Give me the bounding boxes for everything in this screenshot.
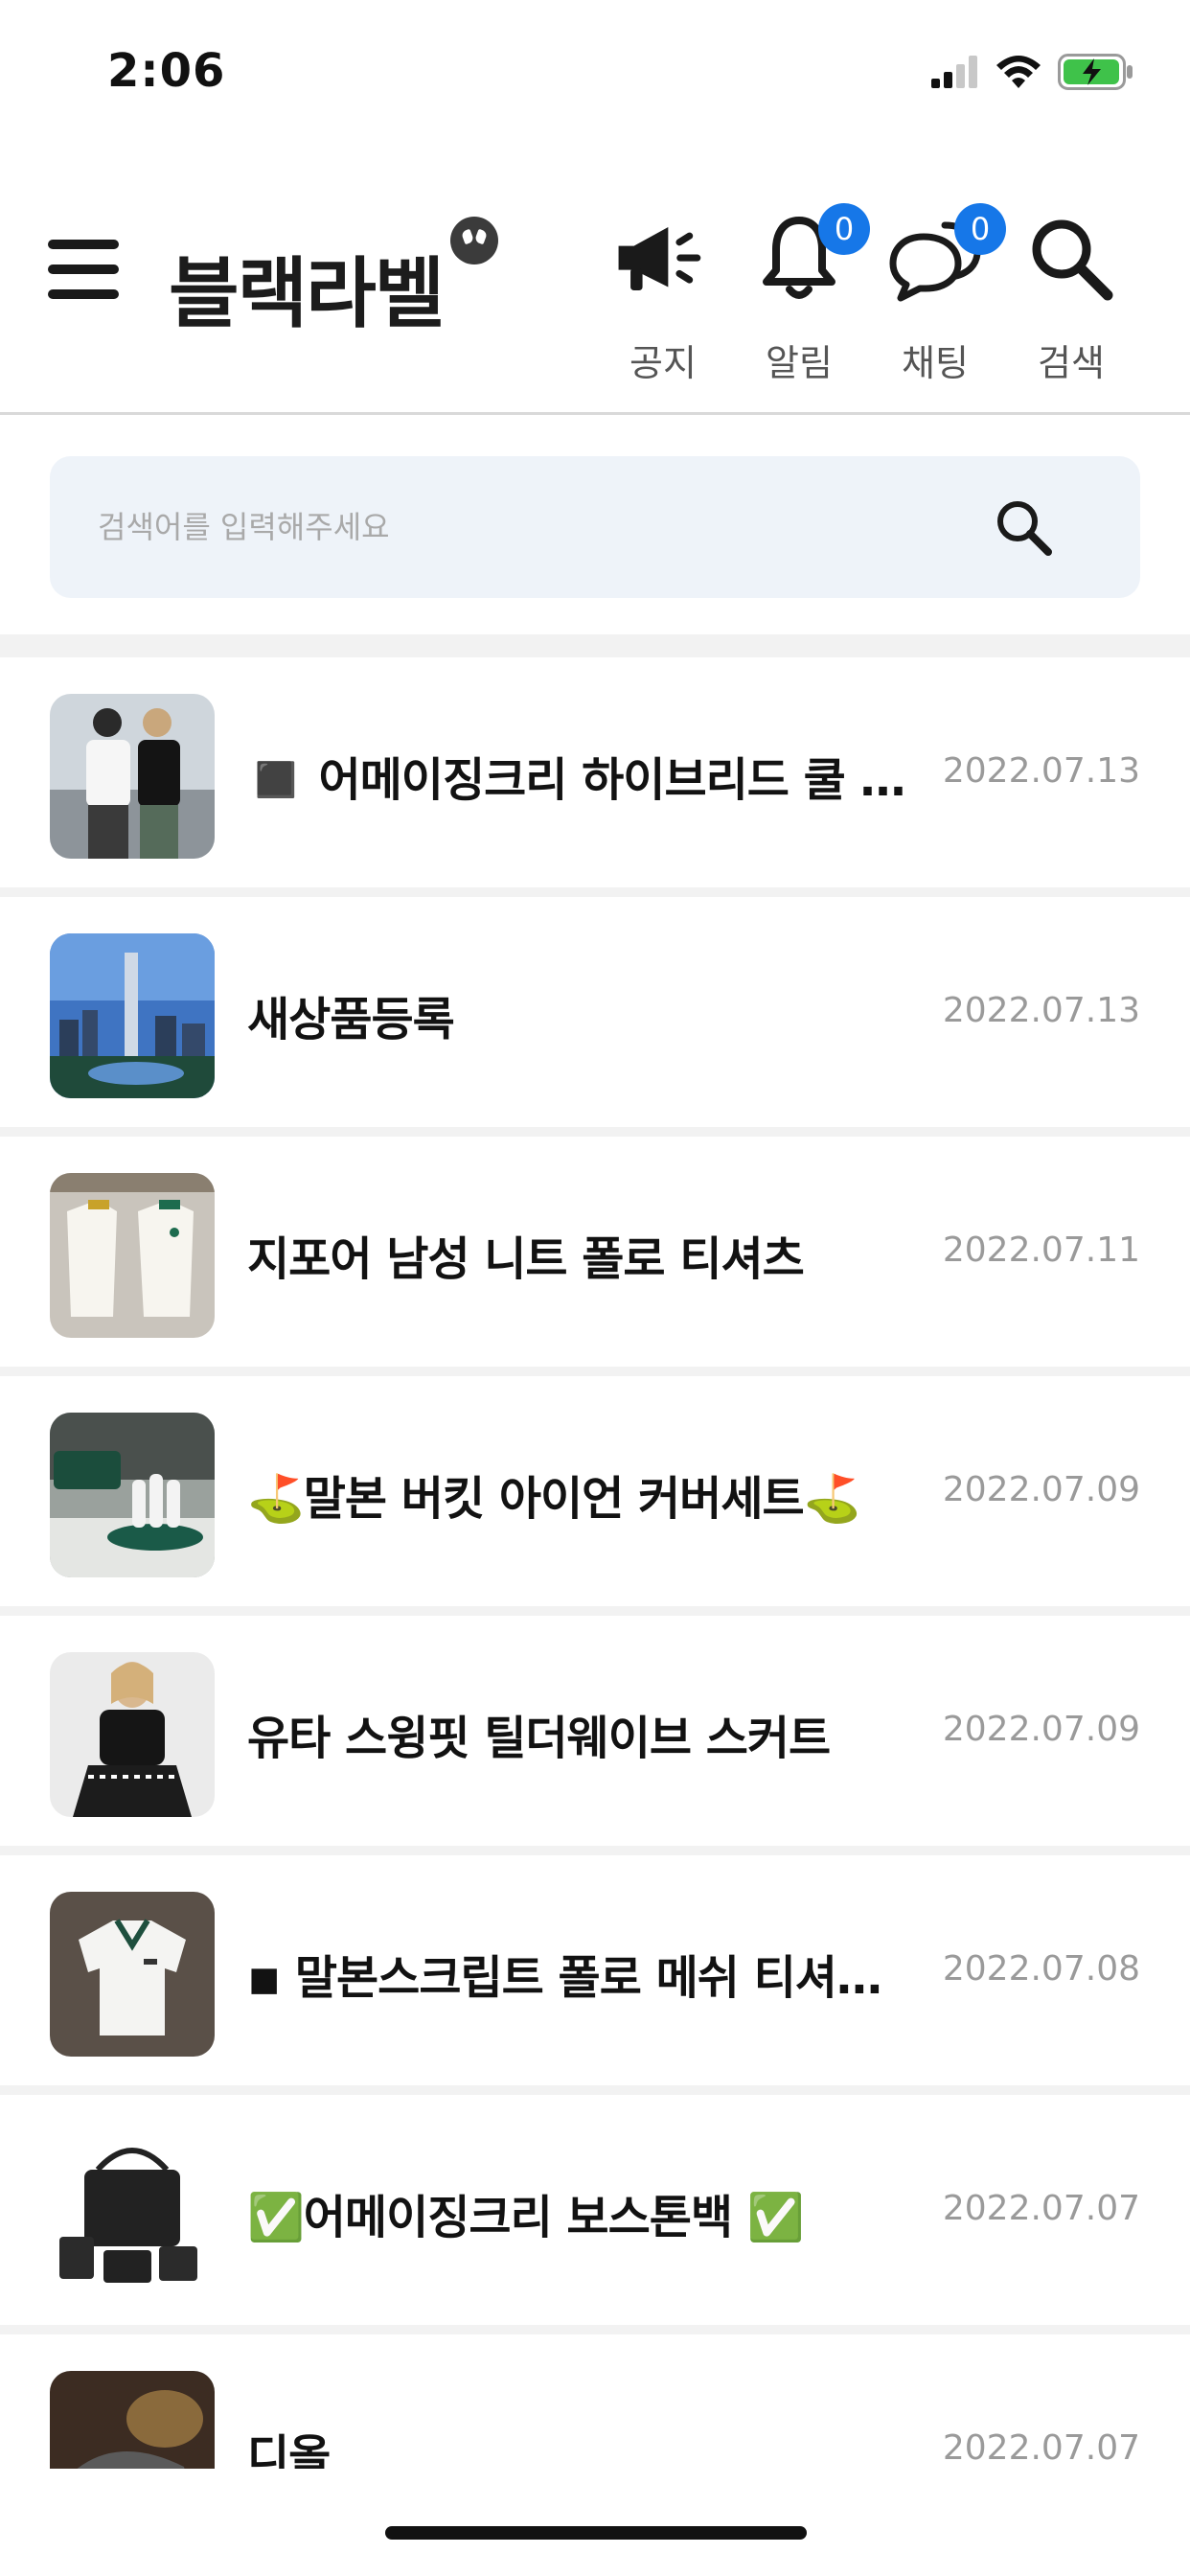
search-box[interactable] (50, 456, 1140, 598)
menu-bar-icon (48, 240, 119, 249)
post-title: ◼️ 어메이징크리 하이브리드 쿨 … (247, 753, 906, 807)
chat-label: 채팅 (902, 342, 969, 384)
alien-logo-icon (450, 217, 498, 264)
white-polo-photo (50, 1892, 215, 2057)
post-date: 2022.07.11 (942, 1230, 1140, 1270)
notifications-button[interactable]: 0 알림 (742, 203, 870, 384)
hamburger-menu-button[interactable] (48, 240, 119, 299)
post-title: ✅어메이징크리 보스톤백 ✅ (247, 2191, 805, 2244)
list-item[interactable]: 지포어 남성 니트 폴로 티셔츠 2022.07.11 (0, 1137, 1190, 1376)
chat-button[interactable]: 0 채팅 (878, 203, 1006, 384)
post-title: ◾ 말본스크립트 폴로 메쉬 티셔… (247, 1951, 882, 2005)
bottom-safe-area (0, 2469, 1190, 2576)
header-divider (0, 412, 1190, 415)
header-search-button[interactable]: 검색 (1014, 211, 1129, 384)
app-title: 블랙라벨 (169, 249, 445, 338)
post-date: 2022.07.09 (942, 1470, 1140, 1509)
notice-label: 공지 (629, 342, 697, 384)
megaphone-icon (615, 211, 711, 307)
list-item[interactable]: 디올 2022.07.07 (0, 2334, 1190, 2469)
list-item[interactable]: 새상품등록 2022.07.13 (0, 897, 1190, 1137)
list-item[interactable]: ✅어메이징크리 보스톤백 ✅ 2022.07.07 (0, 2095, 1190, 2334)
post-title: 지포어 남성 니트 폴로 티셔츠 (247, 1232, 805, 1286)
post-date: 2022.07.08 (942, 1949, 1140, 1989)
app-header: 블랙라벨 공지 0 알림 0 채팅 검색 (0, 182, 1190, 412)
home-indicator[interactable] (385, 2526, 807, 2540)
boston-bag-photo (50, 2131, 215, 2296)
list-item[interactable]: ⛳말본 버킷 아이언 커버세트⛳ 2022.07.09 (0, 1376, 1190, 1616)
post-title: 새상품등록 (247, 993, 455, 1046)
model-skirt-photo (50, 1652, 215, 1817)
search-icon (1023, 211, 1119, 307)
list-item[interactable]: 유타 스윙핏 틸더웨이브 스커트 2022.07.09 (0, 1616, 1190, 1855)
city-skyline-photo (50, 933, 215, 1098)
post-list: ◼️ 어메이징크리 하이브리드 쿨 … 2022.07.13 새상품등록 202… (0, 657, 1190, 2469)
notifications-label: 알림 (766, 342, 833, 384)
chat-count-badge: 0 (954, 203, 1006, 255)
dior-shoe-photo (50, 2371, 215, 2469)
status-bar: 2:06 (0, 0, 1190, 144)
iron-covers-photo (50, 1413, 215, 1577)
post-date: 2022.07.09 (942, 1710, 1140, 1749)
post-date: 2022.07.13 (942, 751, 1140, 791)
list-item[interactable]: ◼️ 어메이징크리 하이브리드 쿨 … 2022.07.13 (0, 657, 1190, 897)
polo-shirts-photo (50, 1173, 215, 1338)
battery-charging-icon (1058, 54, 1134, 94)
search-submit-button[interactable] (993, 496, 1054, 558)
list-item[interactable]: ◾ 말본스크립트 폴로 메쉬 티셔… 2022.07.08 (0, 1855, 1190, 2095)
section-divider (0, 634, 1190, 657)
post-date: 2022.07.07 (942, 2189, 1140, 2228)
post-title: 유타 스윙핏 틸더웨이브 스커트 (247, 1712, 831, 1765)
status-icons (931, 54, 1134, 94)
menu-bar-icon (48, 289, 119, 299)
wifi-icon (996, 56, 1041, 92)
menu-bar-icon (48, 264, 119, 274)
status-time: 2:06 (107, 44, 226, 98)
search-label: 검색 (1038, 342, 1105, 384)
golf-models-photo (50, 694, 215, 859)
post-date: 2022.07.07 (942, 2428, 1140, 2468)
notice-button[interactable]: 공지 (606, 211, 721, 384)
signal-icon (931, 56, 979, 92)
notification-count-badge: 0 (818, 203, 870, 255)
post-date: 2022.07.13 (942, 991, 1140, 1030)
post-title: 디올 (247, 2430, 331, 2469)
search-input[interactable] (98, 456, 960, 598)
post-title: ⛳말본 버킷 아이언 커버세트⛳ (247, 1472, 860, 1526)
search-icon (997, 501, 1052, 556)
